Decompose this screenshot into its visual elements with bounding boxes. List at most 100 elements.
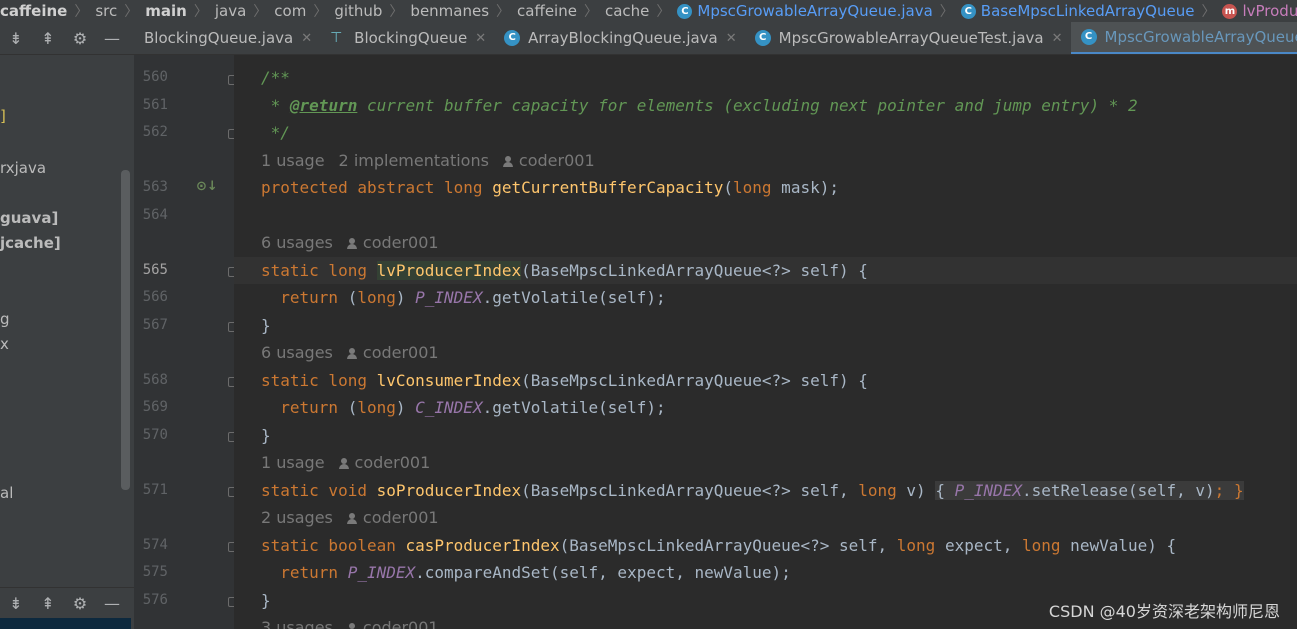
- keyword: static boolean: [261, 536, 406, 555]
- code-line[interactable]: }: [234, 312, 1297, 339]
- code-vision-hint[interactable]: 2 usages coder001: [261, 504, 439, 531]
- gear-icon[interactable]: ⚙: [64, 587, 96, 620]
- close-icon[interactable]: ✕: [475, 31, 486, 46]
- breadcrumb-label: BaseMpscLinkedArrayQueue: [980, 2, 1195, 20]
- comment: *: [261, 96, 290, 115]
- tree-item[interactable]: x: [0, 335, 9, 353]
- code-line[interactable]: static long lvConsumerIndex(BaseMpscLink…: [234, 367, 1297, 394]
- scrollbar[interactable]: [121, 170, 130, 490]
- code-vision-hint[interactable]: 1 usage 2 implementations coder001: [261, 147, 595, 174]
- method-name: lvConsumerIndex: [376, 371, 522, 390]
- minimize-icon[interactable]: —: [96, 22, 128, 54]
- author-label[interactable]: coder001: [355, 453, 431, 472]
- keyword: return: [261, 288, 348, 307]
- code-vision-hint[interactable]: 6 usages coder001: [261, 339, 439, 366]
- author-label[interactable]: coder001: [363, 618, 439, 629]
- breadcrumb-item[interactable]: src: [95, 2, 117, 20]
- tab-label: MpscGrowableArrayQueueTest.java: [778, 29, 1044, 47]
- code-line[interactable]: protected abstract long getCurrentBuffer…: [234, 174, 1297, 201]
- chevron-right-icon: 〉: [496, 4, 511, 20]
- usages-link[interactable]: 1 usage: [261, 151, 325, 170]
- code-text: .getVolatile(self);: [482, 398, 666, 417]
- code-line[interactable]: return (long) C_INDEX.getVolatile(self);: [234, 394, 1297, 421]
- breadcrumb-item[interactable]: github: [334, 2, 382, 20]
- author-label[interactable]: coder001: [363, 343, 439, 362]
- diagram-icon: ⊤: [330, 30, 343, 46]
- expand-all-icon[interactable]: ⇟: [0, 587, 32, 620]
- code-line[interactable]: static void soProducerIndex(BaseMpscLink…: [234, 477, 1297, 504]
- close-icon[interactable]: ✕: [726, 31, 737, 46]
- line-number: 564: [142, 207, 168, 223]
- breadcrumb: caffeine 〉 src 〉 main 〉 java 〉 com 〉 git…: [0, 0, 1297, 22]
- breadcrumb-item[interactable]: java: [215, 2, 246, 20]
- tree-item[interactable]: al: [0, 484, 13, 502]
- breadcrumb-item[interactable]: cache: [605, 2, 649, 20]
- minimize-icon[interactable]: —: [96, 587, 128, 620]
- expand-all-icon[interactable]: ⇟: [0, 22, 32, 54]
- code-text: (BaseMpscLinkedArrayQueue<?> self) {: [521, 261, 868, 280]
- tree-item[interactable]: g: [0, 310, 10, 328]
- usages-link[interactable]: 3 usages: [261, 618, 333, 629]
- code-vision-hint[interactable]: 3 usages coder001: [261, 614, 439, 629]
- method-name: casProducerIndex: [405, 536, 560, 555]
- code-text: (BaseMpscLinkedArrayQueue<?> self,: [521, 481, 859, 500]
- code-line[interactable]: return (long) P_INDEX.getVolatile(self);: [234, 284, 1297, 311]
- gear-icon[interactable]: ⚙: [64, 22, 96, 54]
- author-label[interactable]: coder001: [519, 151, 595, 170]
- breadcrumb-item[interactable]: caffeine: [517, 2, 577, 20]
- tab-blockingqueue-java[interactable]: BlockingQueue.java ✕: [134, 22, 320, 54]
- tab-mpscgrowablearrayqueue-java[interactable]: C MpscGrowableArrayQueue.ja: [1070, 22, 1297, 54]
- chevron-right-icon: 〉: [583, 4, 598, 20]
- code-line[interactable]: * @return current buffer capacity for el…: [234, 92, 1297, 119]
- code-editor[interactable]: /** * @return current buffer capacity fo…: [234, 55, 1297, 629]
- author-label[interactable]: coder001: [363, 508, 439, 527]
- code-vision-hint[interactable]: 1 usage coder001: [261, 449, 430, 476]
- code-line[interactable]: }: [234, 422, 1297, 449]
- tree-item[interactable]: ]: [0, 107, 6, 125]
- tab-blockingqueue-diagram[interactable]: ⊤ BlockingQueue ✕: [320, 22, 494, 54]
- implementations-link[interactable]: 2 implementations: [339, 151, 489, 170]
- keyword: long: [357, 398, 396, 417]
- keyword: protected abstract long: [261, 178, 493, 197]
- breadcrumb-item-method[interactable]: mlvProducerIndex: [1222, 2, 1297, 20]
- keyword: static long: [261, 371, 377, 390]
- usages-link[interactable]: 6 usages: [261, 233, 333, 252]
- usages-link[interactable]: 6 usages: [261, 343, 333, 362]
- breadcrumb-item-class[interactable]: C BaseMpscLinkedArrayQueue: [960, 2, 1195, 20]
- code-line-current[interactable]: static long lvProducerIndex(BaseMpscLink…: [234, 257, 1297, 284]
- close-icon[interactable]: ✕: [301, 31, 312, 46]
- code-line[interactable]: */: [234, 119, 1297, 146]
- selected-tree-row[interactable]: [0, 618, 131, 629]
- code-text: .getVolatile(self);: [482, 288, 666, 307]
- tree-item[interactable]: rxjava: [0, 159, 46, 177]
- author-label[interactable]: coder001: [363, 233, 439, 252]
- breadcrumb-item[interactable]: caffeine: [0, 2, 67, 20]
- code-line[interactable]: return P_INDEX.compareAndSet(self, expec…: [234, 559, 1297, 586]
- collapse-all-icon[interactable]: ⇞: [32, 587, 64, 620]
- code-text: .compareAndSet(self, expect, newValue);: [415, 563, 791, 582]
- code-text: ; }: [1214, 481, 1244, 500]
- usages-link[interactable]: 1 usage: [261, 453, 325, 472]
- folded-block[interactable]: { P_INDEX.setRelease(self, v); }: [935, 481, 1244, 500]
- user-icon: [346, 348, 357, 359]
- chevron-right-icon: 〉: [253, 4, 268, 20]
- tree-item[interactable]: jcache]: [0, 234, 61, 252]
- breadcrumb-item[interactable]: benmanes: [410, 2, 489, 20]
- tab-arrayblockingqueue-java[interactable]: C ArrayBlockingQueue.java ✕: [494, 22, 745, 54]
- breadcrumb-item[interactable]: com: [274, 2, 306, 20]
- code-line[interactable]: /**: [234, 64, 1297, 91]
- breadcrumb-item[interactable]: main: [145, 2, 187, 20]
- tab-label: BlockingQueue.java: [144, 29, 294, 47]
- close-icon[interactable]: ✕: [1052, 31, 1063, 46]
- tree-item[interactable]: guava]: [0, 209, 58, 227]
- comment: */: [261, 123, 290, 142]
- user-icon: [346, 513, 357, 524]
- usages-link[interactable]: 2 usages: [261, 508, 333, 527]
- breadcrumb-item-file[interactable]: C MpscGrowableArrayQueue.java: [677, 2, 933, 20]
- implemented-marker-icon[interactable]: ⊙↓: [196, 179, 218, 194]
- collapse-all-icon[interactable]: ⇞: [32, 22, 64, 54]
- code-vision-hint[interactable]: 6 usages coder001: [261, 229, 439, 256]
- keyword: return: [261, 398, 348, 417]
- code-line[interactable]: static boolean casProducerIndex(BaseMpsc…: [234, 532, 1297, 559]
- tab-mpscgrowablearrayqueuetest-java[interactable]: C MpscGrowableArrayQueueTest.java ✕: [745, 22, 1071, 54]
